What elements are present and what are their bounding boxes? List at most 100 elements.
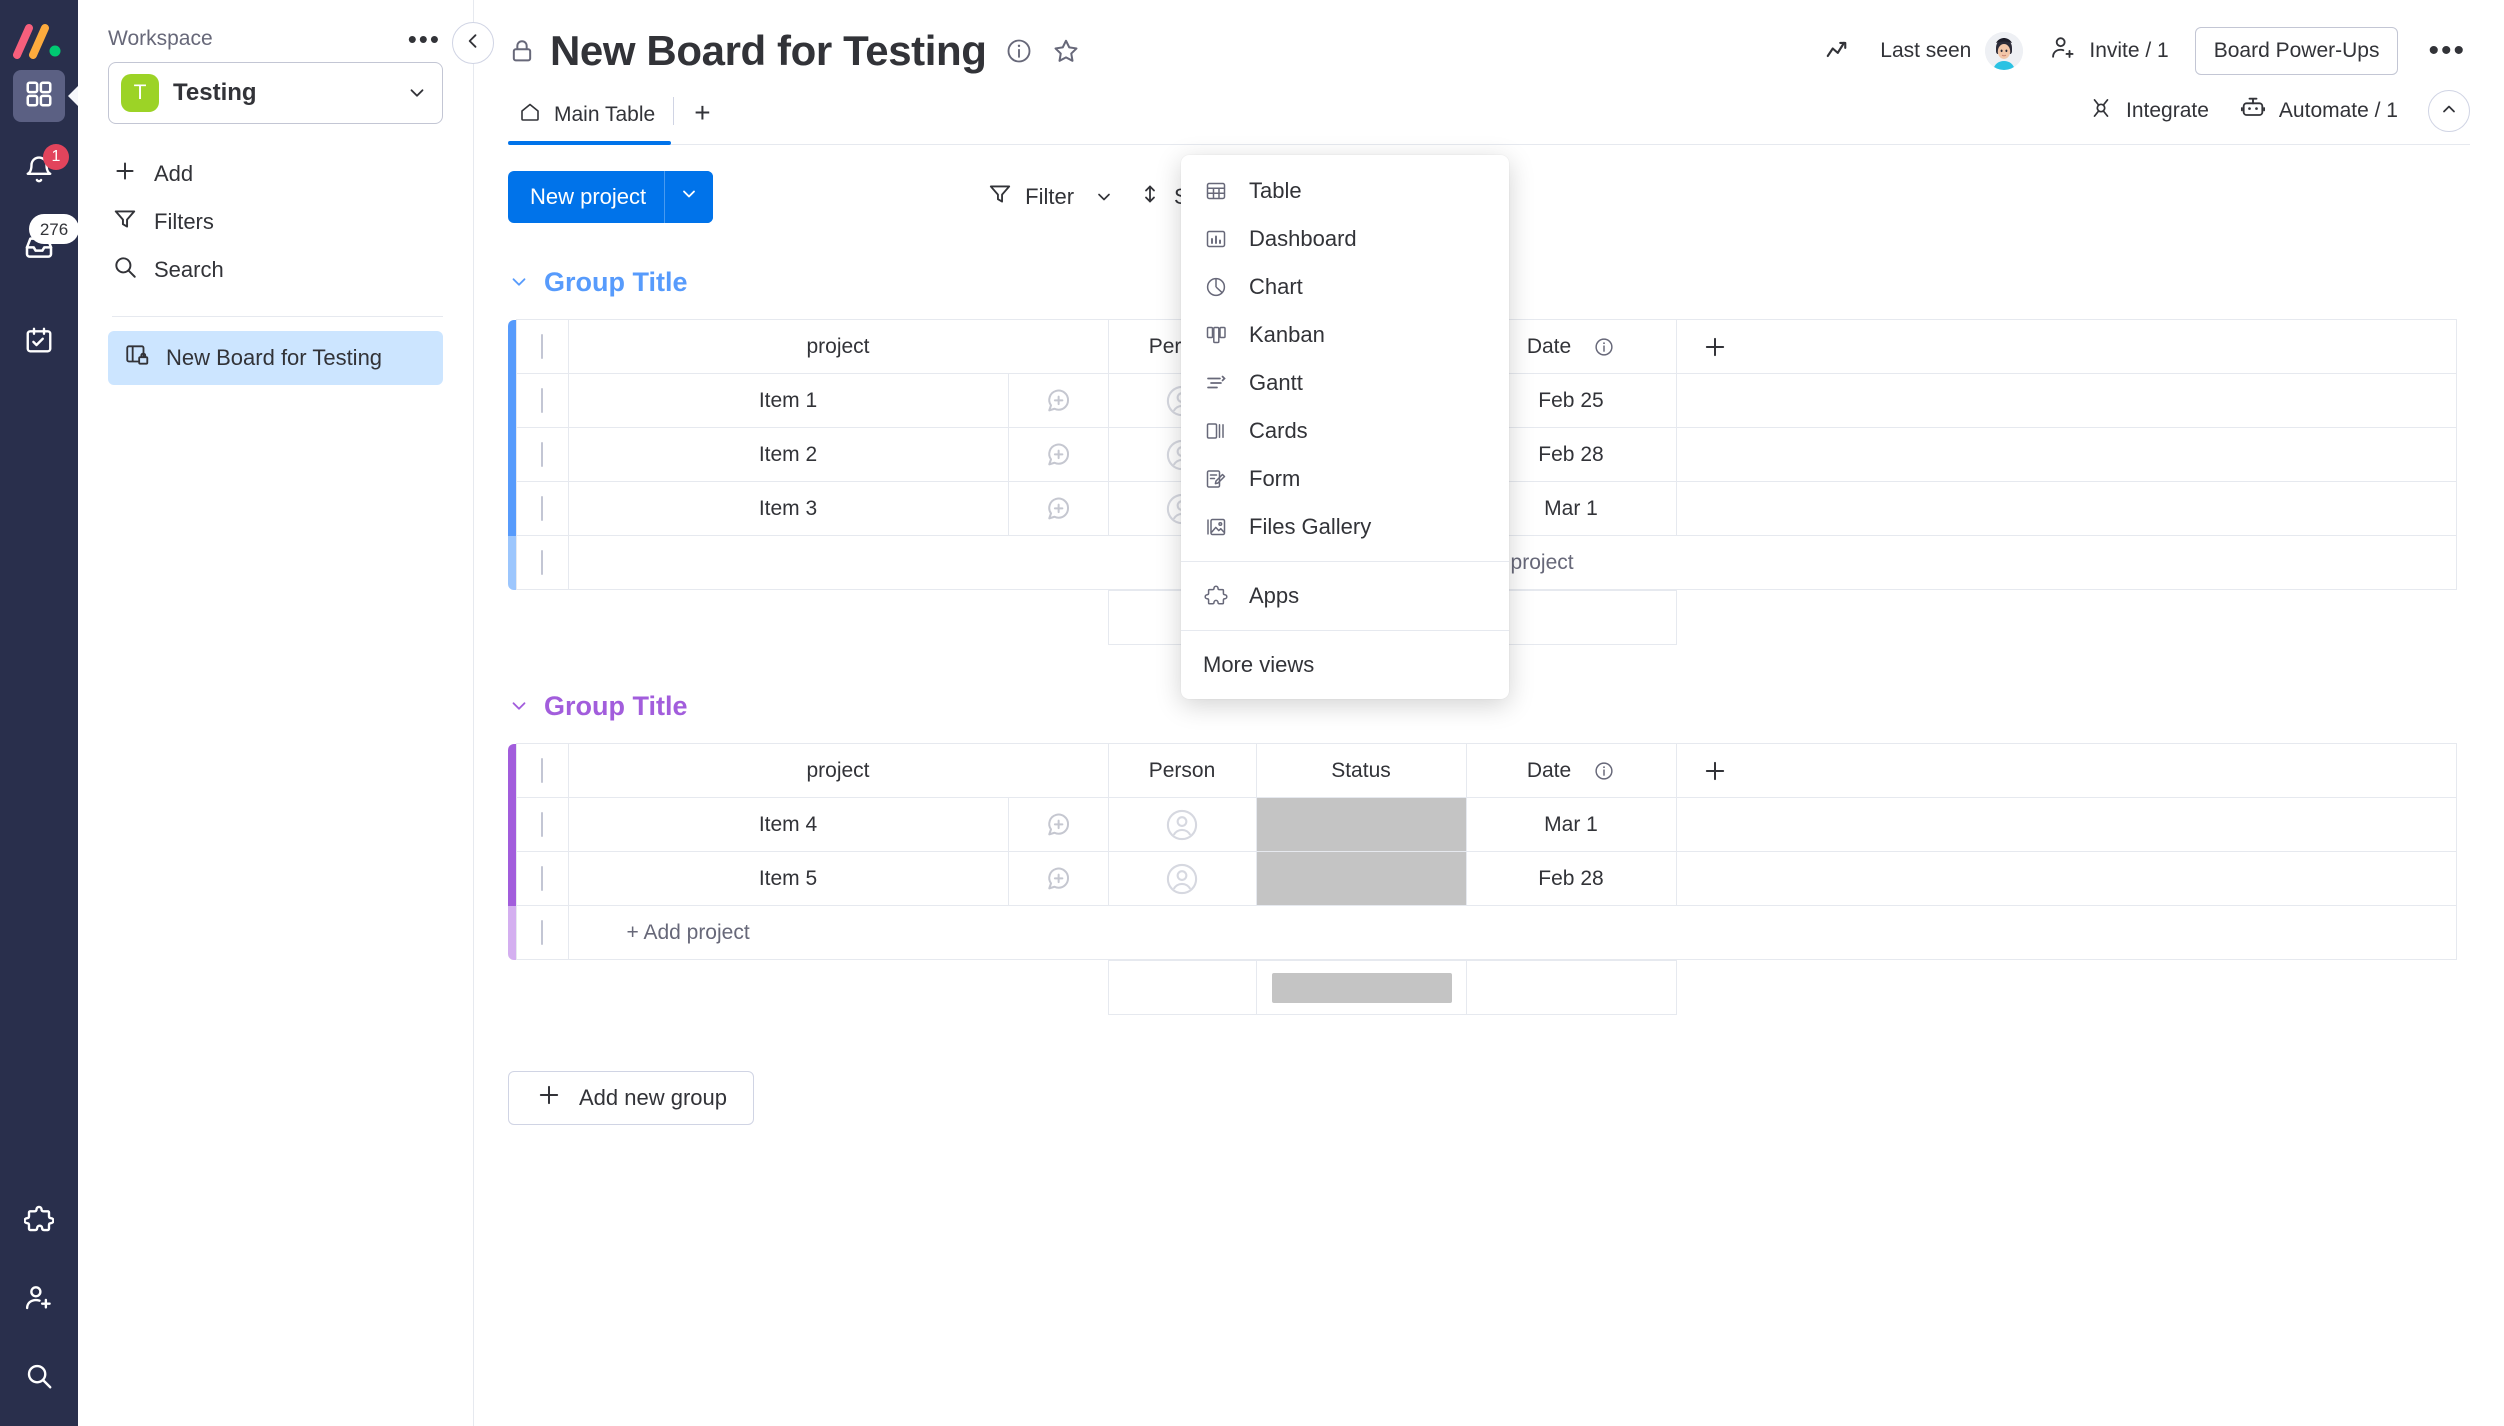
- search-icon: [24, 1361, 54, 1396]
- cell-add-update[interactable]: [1008, 374, 1108, 428]
- menu-item-more-views[interactable]: More views: [1181, 641, 1509, 689]
- menu-item-form[interactable]: Form: [1181, 455, 1509, 503]
- table-row[interactable]: Item 5 Feb 28: [508, 852, 2456, 906]
- add-update-icon[interactable]: [1009, 864, 1108, 894]
- add-project-button[interactable]: + Add project: [568, 536, 2456, 590]
- table-row[interactable]: Item 4 Mar 1: [508, 798, 2456, 852]
- cell-person[interactable]: [1108, 852, 1256, 906]
- column-header-project[interactable]: project: [568, 320, 1108, 374]
- sidebar-item-search[interactable]: Search: [108, 246, 443, 294]
- cell-person[interactable]: [1108, 798, 1256, 852]
- row-checkbox[interactable]: [541, 442, 543, 467]
- add-project-button[interactable]: + Add project: [568, 906, 2456, 960]
- cell-project[interactable]: Item 5: [568, 852, 1008, 906]
- row-checkbox[interactable]: [541, 496, 543, 521]
- add-tab-button[interactable]: +: [676, 95, 728, 141]
- add-update-icon[interactable]: [1009, 440, 1108, 470]
- info-circle-icon[interactable]: [1593, 336, 1615, 358]
- column-header-date[interactable]: Date: [1466, 744, 1676, 798]
- info-circle-icon[interactable]: [1005, 37, 1033, 65]
- automate-button[interactable]: Automate / 1: [2239, 94, 2398, 128]
- add-update-icon[interactable]: [1009, 386, 1108, 416]
- column-header-project[interactable]: project: [568, 744, 1108, 798]
- add-update-icon[interactable]: [1009, 494, 1108, 524]
- invite-button[interactable]: Invite / 1: [2049, 34, 2168, 68]
- cell-project[interactable]: Item 3: [568, 482, 1008, 536]
- rail-item-apps[interactable]: [13, 1196, 65, 1248]
- row-checkbox[interactable]: [541, 920, 543, 945]
- row-checkbox[interactable]: [541, 812, 543, 837]
- column-header-status[interactable]: Status: [1256, 744, 1466, 798]
- cell-date[interactable]: Feb 28: [1466, 852, 1676, 906]
- rail-item-invite[interactable]: [13, 1274, 65, 1326]
- info-circle-icon[interactable]: [1593, 760, 1615, 782]
- chevron-down-icon[interactable]: [1094, 187, 1114, 207]
- integrate-button[interactable]: Integrate: [2088, 95, 2209, 127]
- chevron-down-icon[interactable]: [508, 271, 530, 293]
- plus-icon[interactable]: [1677, 757, 2456, 785]
- add-column-cell[interactable]: [1676, 320, 2456, 374]
- add-new-group-button[interactable]: Add new group: [508, 1071, 754, 1125]
- rail-item-search[interactable]: [13, 1352, 65, 1404]
- person-placeholder-icon[interactable]: [1109, 861, 1256, 897]
- cell-add-update[interactable]: [1008, 482, 1108, 536]
- cell-project[interactable]: Item 2: [568, 428, 1008, 482]
- cell-project[interactable]: Item 1: [568, 374, 1008, 428]
- avatar[interactable]: [1985, 32, 2023, 70]
- chevron-down-icon[interactable]: [508, 695, 530, 717]
- person-placeholder-icon[interactable]: [1109, 807, 1256, 843]
- menu-item-apps[interactable]: Apps: [1181, 572, 1509, 620]
- add-project-row[interactable]: + Add project: [508, 906, 2456, 960]
- menu-item-chart[interactable]: Chart: [1181, 263, 1509, 311]
- menu-item-label: Apps: [1249, 583, 1299, 609]
- column-header-person[interactable]: Person: [1108, 744, 1256, 798]
- menu-item-table[interactable]: Table: [1181, 167, 1509, 215]
- cell-status[interactable]: [1256, 798, 1466, 852]
- menu-item-cards[interactable]: Cards: [1181, 407, 1509, 455]
- board-power-ups-button[interactable]: Board Power-Ups: [2195, 27, 2399, 75]
- group-title[interactable]: Group Title: [544, 691, 688, 722]
- cell-project[interactable]: Item 4: [568, 798, 1008, 852]
- cell-add-update[interactable]: [1008, 852, 1108, 906]
- new-project-dropdown-button[interactable]: [665, 171, 713, 223]
- rail-item-home-grid[interactable]: [13, 70, 65, 122]
- row-checkbox[interactable]: [541, 388, 543, 413]
- cell-add-update[interactable]: [1008, 798, 1108, 852]
- collapse-header-button[interactable]: [2428, 90, 2470, 132]
- cell-date[interactable]: Mar 1: [1466, 798, 1676, 852]
- select-all-checkbox[interactable]: [541, 334, 543, 359]
- workspace-selector[interactable]: T Testing: [108, 62, 443, 124]
- filter-button[interactable]: Filter: [987, 181, 1114, 213]
- rail-item-my-work[interactable]: [13, 316, 65, 368]
- monday-logo[interactable]: [13, 22, 65, 60]
- select-all-checkbox[interactable]: [541, 758, 543, 783]
- sidebar-item-board-new-board-for-testing[interactable]: New Board for Testing: [108, 331, 443, 385]
- row-checkbox[interactable]: [541, 550, 543, 575]
- add-column-cell[interactable]: [1676, 744, 2456, 798]
- cell-status[interactable]: [1256, 852, 1466, 906]
- rail-item-inbox[interactable]: 276: [13, 222, 65, 274]
- cell-add-update[interactable]: [1008, 428, 1108, 482]
- plus-icon[interactable]: [1677, 333, 2456, 361]
- workspace-more-button[interactable]: •••: [406, 27, 443, 51]
- menu-item-files-gallery[interactable]: Files Gallery: [1181, 503, 1509, 551]
- sidebar-divider: [112, 316, 443, 317]
- summary-status-cell[interactable]: [1257, 961, 1467, 1015]
- menu-item-kanban[interactable]: Kanban: [1181, 311, 1509, 359]
- star-outline-icon[interactable]: [1051, 36, 1081, 66]
- tab-main-table[interactable]: Main Table: [508, 92, 671, 144]
- board-more-button[interactable]: •••: [2424, 38, 2470, 64]
- rail-item-notifications[interactable]: 1: [13, 146, 65, 198]
- group-title[interactable]: Group Title: [544, 267, 688, 298]
- last-seen-button[interactable]: Last seen: [1880, 32, 2023, 70]
- menu-item-dashboard[interactable]: Dashboard: [1181, 215, 1509, 263]
- sidebar-item-filters[interactable]: Filters: [108, 198, 443, 246]
- activity-trend-icon[interactable]: [1824, 36, 1854, 66]
- sidebar-item-add[interactable]: Add: [108, 150, 443, 198]
- add-update-icon[interactable]: [1009, 810, 1108, 840]
- menu-item-gantt[interactable]: Gantt: [1181, 359, 1509, 407]
- sidebar-collapse-button[interactable]: [452, 22, 494, 64]
- row-checkbox[interactable]: [541, 866, 543, 891]
- page-title[interactable]: New Board for Testing: [550, 27, 987, 75]
- new-project-button[interactable]: New project: [508, 171, 713, 223]
